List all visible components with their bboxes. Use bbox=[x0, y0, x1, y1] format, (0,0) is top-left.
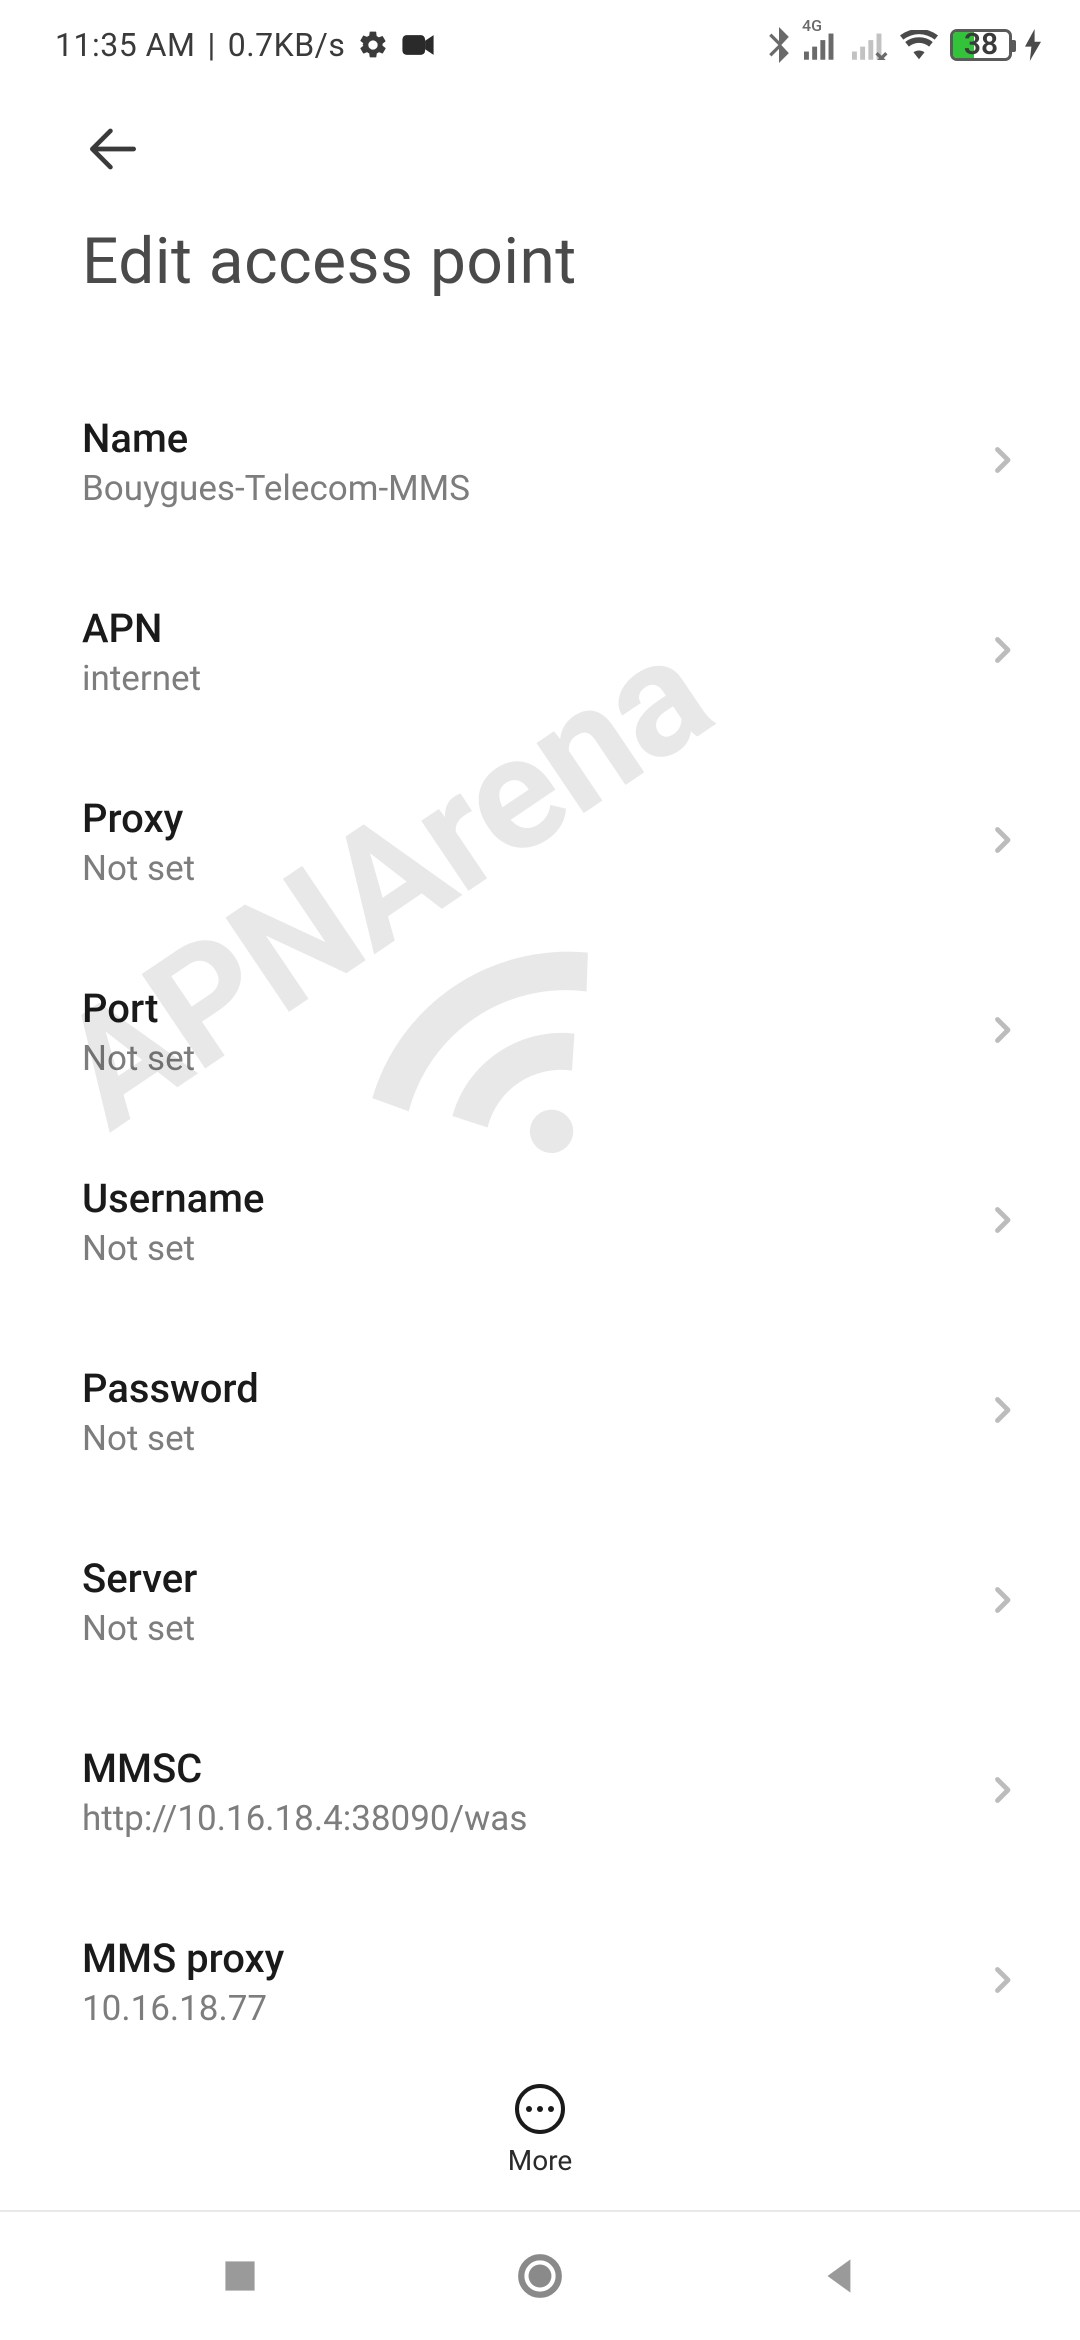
field-row-server[interactable]: Server Not set bbox=[82, 1509, 1020, 1699]
gear-icon bbox=[357, 29, 389, 61]
more-button[interactable]: More bbox=[508, 2084, 573, 2177]
more-label: More bbox=[508, 2144, 573, 2177]
status-bar-left: 11:35 AM | 0.7KB/s bbox=[55, 26, 435, 64]
field-value: 10.16.18.77 bbox=[82, 1988, 284, 2029]
page-title-area: Edit access point bbox=[0, 194, 1080, 309]
field-value: http://10.16.18.4:38090/was bbox=[82, 1798, 527, 1839]
field-value: Not set bbox=[82, 1038, 195, 1079]
field-value: Not set bbox=[82, 1418, 259, 1459]
chevron-right-icon bbox=[984, 1582, 1020, 1622]
page-title: Edit access point bbox=[82, 224, 998, 299]
field-value: Not set bbox=[82, 848, 195, 889]
field-value: Bouygues-Telecom-MMS bbox=[82, 468, 470, 509]
wifi-icon bbox=[900, 30, 938, 60]
field-label: Name bbox=[82, 415, 470, 462]
signal-nosim-icon bbox=[852, 30, 888, 60]
more-icon bbox=[515, 2084, 565, 2134]
field-label: APN bbox=[82, 605, 201, 652]
chevron-right-icon bbox=[984, 442, 1020, 482]
nav-home-button[interactable] bbox=[475, 2241, 605, 2311]
chevron-right-icon bbox=[984, 1392, 1020, 1432]
field-row-mmsc[interactable]: MMSC http://10.16.18.4:38090/was bbox=[82, 1699, 1020, 1889]
charging-bolt-icon bbox=[1024, 29, 1042, 61]
field-value: Not set bbox=[82, 1228, 264, 1269]
field-label: MMSC bbox=[82, 1745, 527, 1792]
field-row-port[interactable]: Port Not set bbox=[82, 939, 1020, 1129]
field-label: Proxy bbox=[82, 795, 195, 842]
field-label: Password bbox=[82, 1365, 259, 1412]
bluetooth-icon bbox=[766, 27, 792, 63]
status-time: 11:35 AM bbox=[55, 26, 195, 64]
system-nav-bar bbox=[0, 2210, 1080, 2340]
field-row-username[interactable]: Username Not set bbox=[82, 1129, 1020, 1319]
field-label: Server bbox=[82, 1555, 197, 1602]
field-row-proxy[interactable]: Proxy Not set bbox=[82, 749, 1020, 939]
status-bar-right: 4G 38 bbox=[766, 27, 1042, 63]
chevron-right-icon bbox=[984, 632, 1020, 672]
field-row-apn[interactable]: APN internet bbox=[82, 559, 1020, 749]
network-label: 4G bbox=[802, 16, 822, 35]
chevron-right-icon bbox=[984, 1202, 1020, 1242]
bottom-action-bar: More bbox=[0, 2060, 1080, 2200]
chevron-right-icon bbox=[984, 1012, 1020, 1052]
field-label: MMS proxy bbox=[82, 1935, 284, 1982]
signal-4g-icon: 4G bbox=[804, 30, 840, 60]
app-bar bbox=[0, 78, 1080, 194]
field-row-mms-proxy[interactable]: MMS proxy 10.16.18.77 bbox=[82, 1889, 1020, 2079]
settings-list: APNArena Name Bouygues-Telecom-MMS APN i… bbox=[0, 309, 1080, 2099]
battery-icon: 38 bbox=[950, 29, 1012, 61]
chevron-right-icon bbox=[984, 822, 1020, 862]
battery-percent: 38 bbox=[953, 32, 1009, 58]
field-row-password[interactable]: Password Not set bbox=[82, 1319, 1020, 1509]
camera-icon bbox=[401, 32, 435, 58]
field-row-name[interactable]: Name Bouygues-Telecom-MMS bbox=[82, 369, 1020, 559]
chevron-right-icon bbox=[984, 1962, 1020, 2002]
status-bar: 11:35 AM | 0.7KB/s 4G 38 bbox=[0, 0, 1080, 78]
field-label: Port bbox=[82, 985, 195, 1032]
back-button[interactable] bbox=[82, 165, 144, 184]
field-value: internet bbox=[82, 658, 201, 699]
chevron-right-icon bbox=[984, 1772, 1020, 1812]
nav-recent-button[interactable] bbox=[175, 2241, 305, 2311]
field-label: Username bbox=[82, 1175, 264, 1222]
nav-back-button[interactable] bbox=[775, 2241, 905, 2311]
status-separator: | bbox=[207, 26, 215, 64]
field-value: Not set bbox=[82, 1608, 197, 1649]
status-data-rate: 0.7KB/s bbox=[228, 26, 346, 64]
